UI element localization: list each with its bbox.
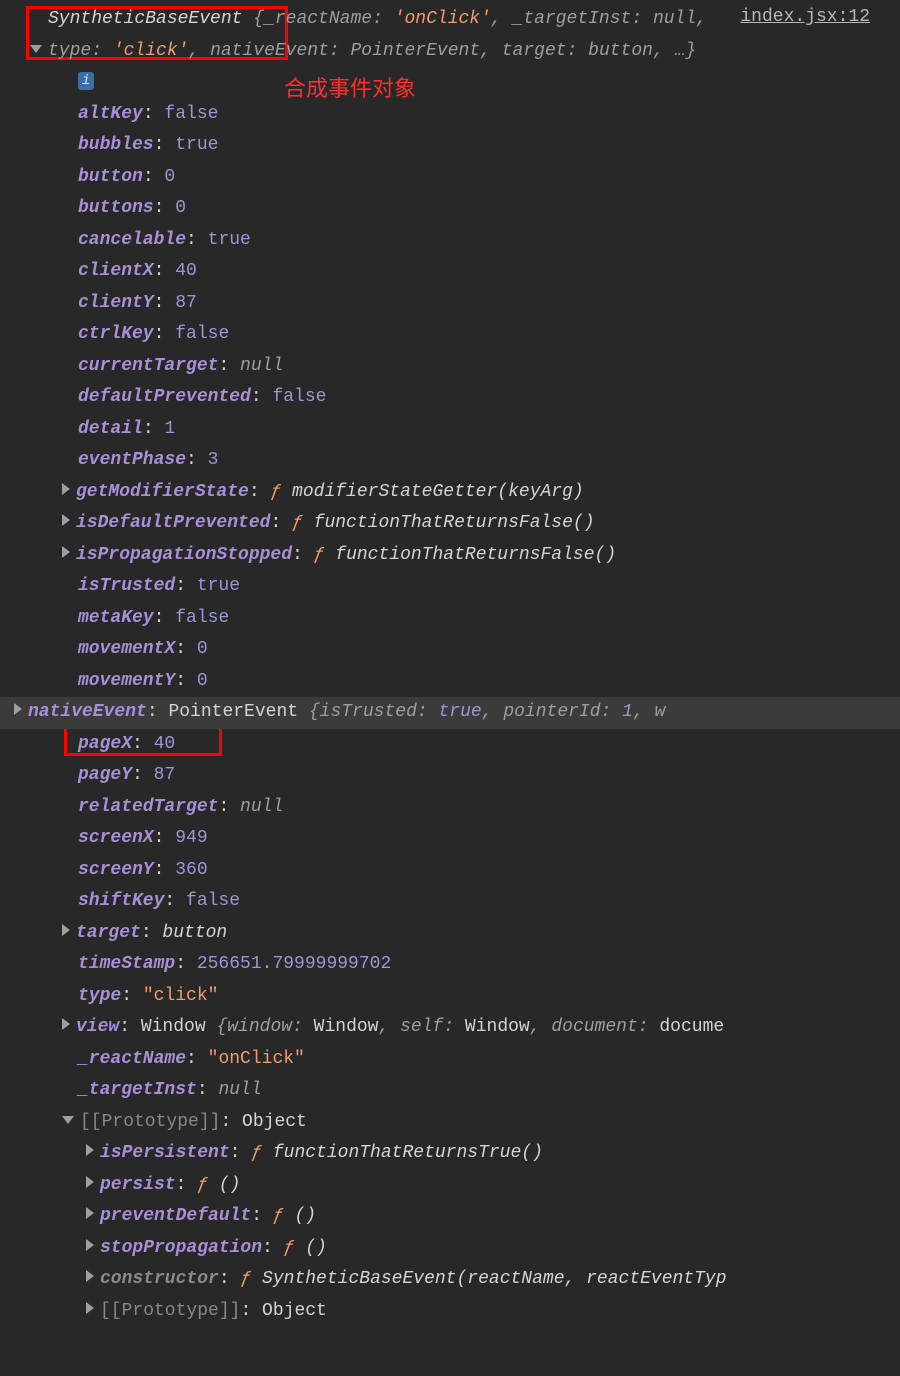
prop-altKey[interactable]: altKey: false [0, 99, 900, 131]
arrow-icon[interactable] [86, 1207, 94, 1219]
proto-isPersistent[interactable]: isPersistent: ƒ functionThatReturnsTrue(… [0, 1138, 900, 1170]
prop-buttons[interactable]: buttons: 0 [0, 193, 900, 225]
prop-detail[interactable]: detail: 1 [0, 414, 900, 446]
prop-shiftKey[interactable]: shiftKey: false [0, 886, 900, 918]
object-header-line-1[interactable]: SyntheticBaseEvent {_reactName: 'onClick… [0, 4, 900, 36]
prop-type[interactable]: type: "click" [0, 981, 900, 1013]
prop-defaultPrevented[interactable]: defaultPrevented: false [0, 382, 900, 414]
prop-clientY[interactable]: clientY: 87 [0, 288, 900, 320]
proto-preventDefault[interactable]: preventDefault: ƒ () [0, 1201, 900, 1233]
prop-view[interactable]: view: Window {window: Window, self: Wind… [0, 1012, 900, 1044]
arrow-icon[interactable] [86, 1302, 94, 1314]
console-object-root: index.jsx:12 合成事件对象 SyntheticBaseEvent {… [0, 0, 900, 1327]
prop-screenY[interactable]: screenY: 360 [0, 855, 900, 887]
prop-pageY[interactable]: pageY: 87 [0, 760, 900, 792]
prop-isDefaultPrevented[interactable]: isDefaultPrevented: ƒ functionThatReturn… [0, 508, 900, 540]
prop-screenX[interactable]: screenX: 949 [0, 823, 900, 855]
proto-persist[interactable]: persist: ƒ () [0, 1170, 900, 1202]
arrow-icon[interactable] [86, 1270, 94, 1282]
prop-reactName[interactable]: _reactName: "onClick" [0, 1044, 900, 1076]
prop-currentTarget[interactable]: currentTarget: null [0, 351, 900, 383]
prop-isTrusted[interactable]: isTrusted: true [0, 571, 900, 603]
arrow-icon[interactable] [62, 1018, 70, 1030]
info-badge-row: i [0, 67, 900, 99]
proto-prototype[interactable]: [[Prototype]]: Object [0, 1296, 900, 1328]
prop-bubbles[interactable]: bubbles: true [0, 130, 900, 162]
arrow-icon[interactable] [86, 1239, 94, 1251]
arrow-icon[interactable] [62, 483, 70, 495]
object-constructor-name: SyntheticBaseEvent [48, 9, 242, 29]
prop-ctrlKey[interactable]: ctrlKey: false [0, 319, 900, 351]
expand-toggle-icon[interactable] [62, 1116, 74, 1124]
arrow-icon[interactable] [62, 546, 70, 558]
prop-clientX[interactable]: clientX: 40 [0, 256, 900, 288]
arrow-icon[interactable] [86, 1144, 94, 1156]
prop-timeStamp[interactable]: timeStamp: 256651.79999999702 [0, 949, 900, 981]
prop-getModifierState[interactable]: getModifierState: ƒ modifierStateGetter(… [0, 477, 900, 509]
prop-movementY[interactable]: movementY: 0 [0, 666, 900, 698]
arrow-icon[interactable] [62, 514, 70, 526]
proto-stopPropagation[interactable]: stopPropagation: ƒ () [0, 1233, 900, 1265]
prop-movementX[interactable]: movementX: 0 [0, 634, 900, 666]
arrow-icon[interactable] [14, 703, 22, 715]
prop-eventPhase[interactable]: eventPhase: 3 [0, 445, 900, 477]
info-icon: i [78, 72, 94, 90]
object-header-line-2[interactable]: type: 'click', nativeEvent: PointerEvent… [0, 36, 900, 68]
prop-relatedTarget[interactable]: relatedTarget: null [0, 792, 900, 824]
prop-cancelable[interactable]: cancelable: true [0, 225, 900, 257]
expand-toggle-icon[interactable] [30, 45, 42, 53]
prop-targetInst[interactable]: _targetInst: null [0, 1075, 900, 1107]
prop-button[interactable]: button: 0 [0, 162, 900, 194]
arrow-icon[interactable] [62, 924, 70, 936]
proto-constructor[interactable]: constructor: ƒ SyntheticBaseEvent(reactN… [0, 1264, 900, 1296]
arrow-icon[interactable] [86, 1176, 94, 1188]
prop-nativeEvent[interactable]: nativeEvent: PointerEvent {isTrusted: tr… [0, 697, 900, 729]
prop-pageX[interactable]: pageX: 40 [0, 729, 900, 761]
prop-metaKey[interactable]: metaKey: false [0, 603, 900, 635]
prop-isPropagationStopped[interactable]: isPropagationStopped: ƒ functionThatRetu… [0, 540, 900, 572]
prop-prototype[interactable]: [[Prototype]]: Object [0, 1107, 900, 1139]
prop-target[interactable]: target: button [0, 918, 900, 950]
